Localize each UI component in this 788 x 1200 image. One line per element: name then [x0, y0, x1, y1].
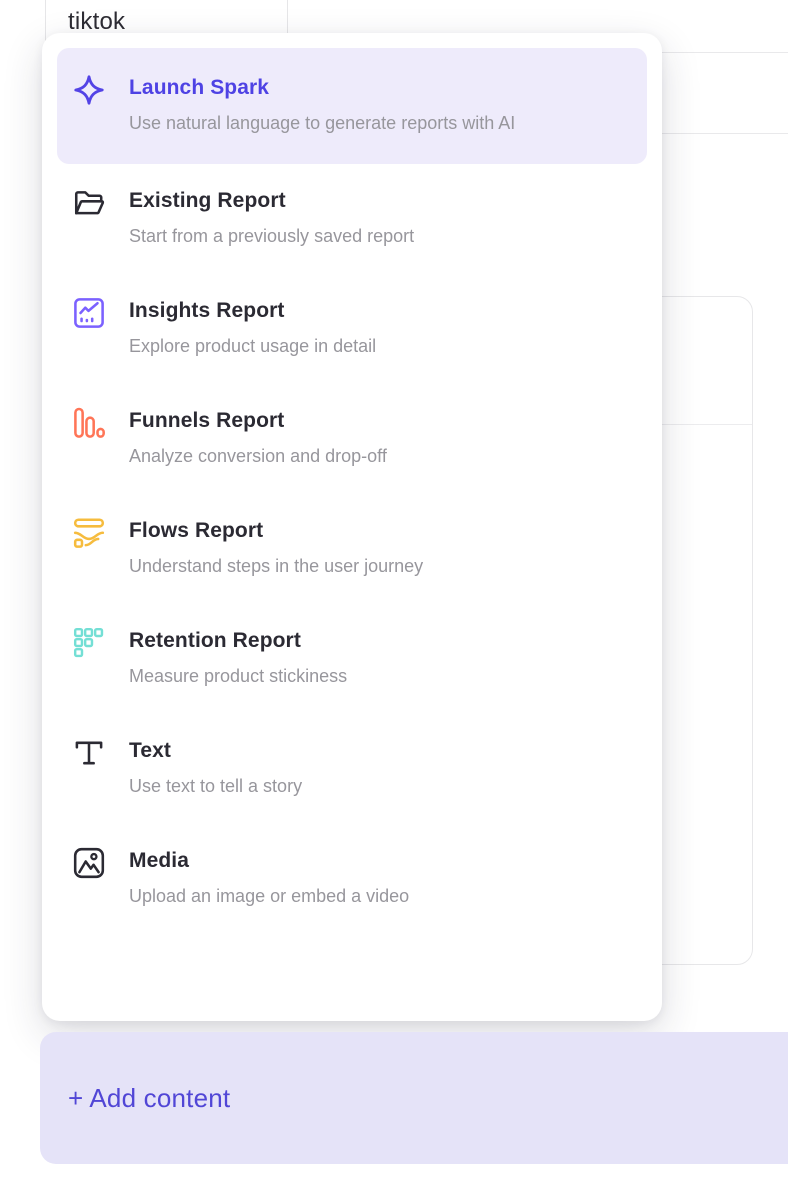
menu-item-title: Retention Report	[129, 627, 633, 655]
menu-item-subtitle: Use text to tell a story	[129, 772, 633, 801]
add-content-label: + Add content	[68, 1083, 230, 1114]
menu-item-title: Text	[129, 737, 633, 765]
menu-item-title: Existing Report	[129, 187, 633, 215]
menu-item-media[interactable]: Media Upload an image or embed a video	[57, 824, 647, 934]
menu-item-subtitle: Analyze conversion and drop-off	[129, 442, 633, 471]
table-row-divider	[655, 52, 788, 53]
menu-item-title: Funnels Report	[129, 407, 633, 435]
retention-grid-icon	[71, 625, 107, 661]
menu-item-subtitle: Start from a previously saved report	[129, 222, 633, 251]
menu-item-title: Insights Report	[129, 297, 633, 325]
menu-item-funnels-report[interactable]: Funnels Report Analyze conversion and dr…	[57, 384, 647, 494]
table-row-divider	[655, 133, 788, 134]
insights-chart-icon	[71, 295, 107, 331]
add-content-button[interactable]: + Add content	[40, 1032, 788, 1164]
menu-item-flows-report[interactable]: Flows Report Understand steps in the use…	[57, 494, 647, 604]
menu-item-subtitle: Understand steps in the user journey	[129, 552, 633, 581]
funnels-bars-icon	[71, 405, 107, 441]
menu-item-insights-report[interactable]: Insights Report Explore product usage in…	[57, 274, 647, 384]
menu-item-subtitle: Use natural language to generate reports…	[129, 109, 547, 138]
menu-item-text[interactable]: Text Use text to tell a story	[57, 714, 647, 824]
folder-open-icon	[71, 185, 107, 221]
table-cell-tiktok: tiktok	[68, 8, 125, 36]
table-column-border	[45, 0, 46, 44]
menu-item-existing-report[interactable]: Existing Report Start from a previously …	[57, 164, 647, 274]
spark-icon	[71, 72, 107, 108]
menu-item-title: Flows Report	[129, 517, 633, 545]
menu-item-retention-report[interactable]: Retention Report Measure product stickin…	[57, 604, 647, 714]
menu-item-subtitle: Upload an image or embed a video	[129, 882, 633, 911]
add-content-menu: Launch Spark Use natural language to gen…	[42, 33, 662, 1021]
text-icon	[71, 735, 107, 771]
flows-icon	[71, 515, 107, 551]
menu-item-launch-spark[interactable]: Launch Spark Use natural language to gen…	[57, 48, 647, 164]
menu-item-title: Launch Spark	[129, 74, 633, 102]
menu-item-subtitle: Explore product usage in detail	[129, 332, 633, 361]
menu-item-title: Media	[129, 847, 633, 875]
media-image-icon	[71, 845, 107, 881]
menu-item-subtitle: Measure product stickiness	[129, 662, 633, 691]
